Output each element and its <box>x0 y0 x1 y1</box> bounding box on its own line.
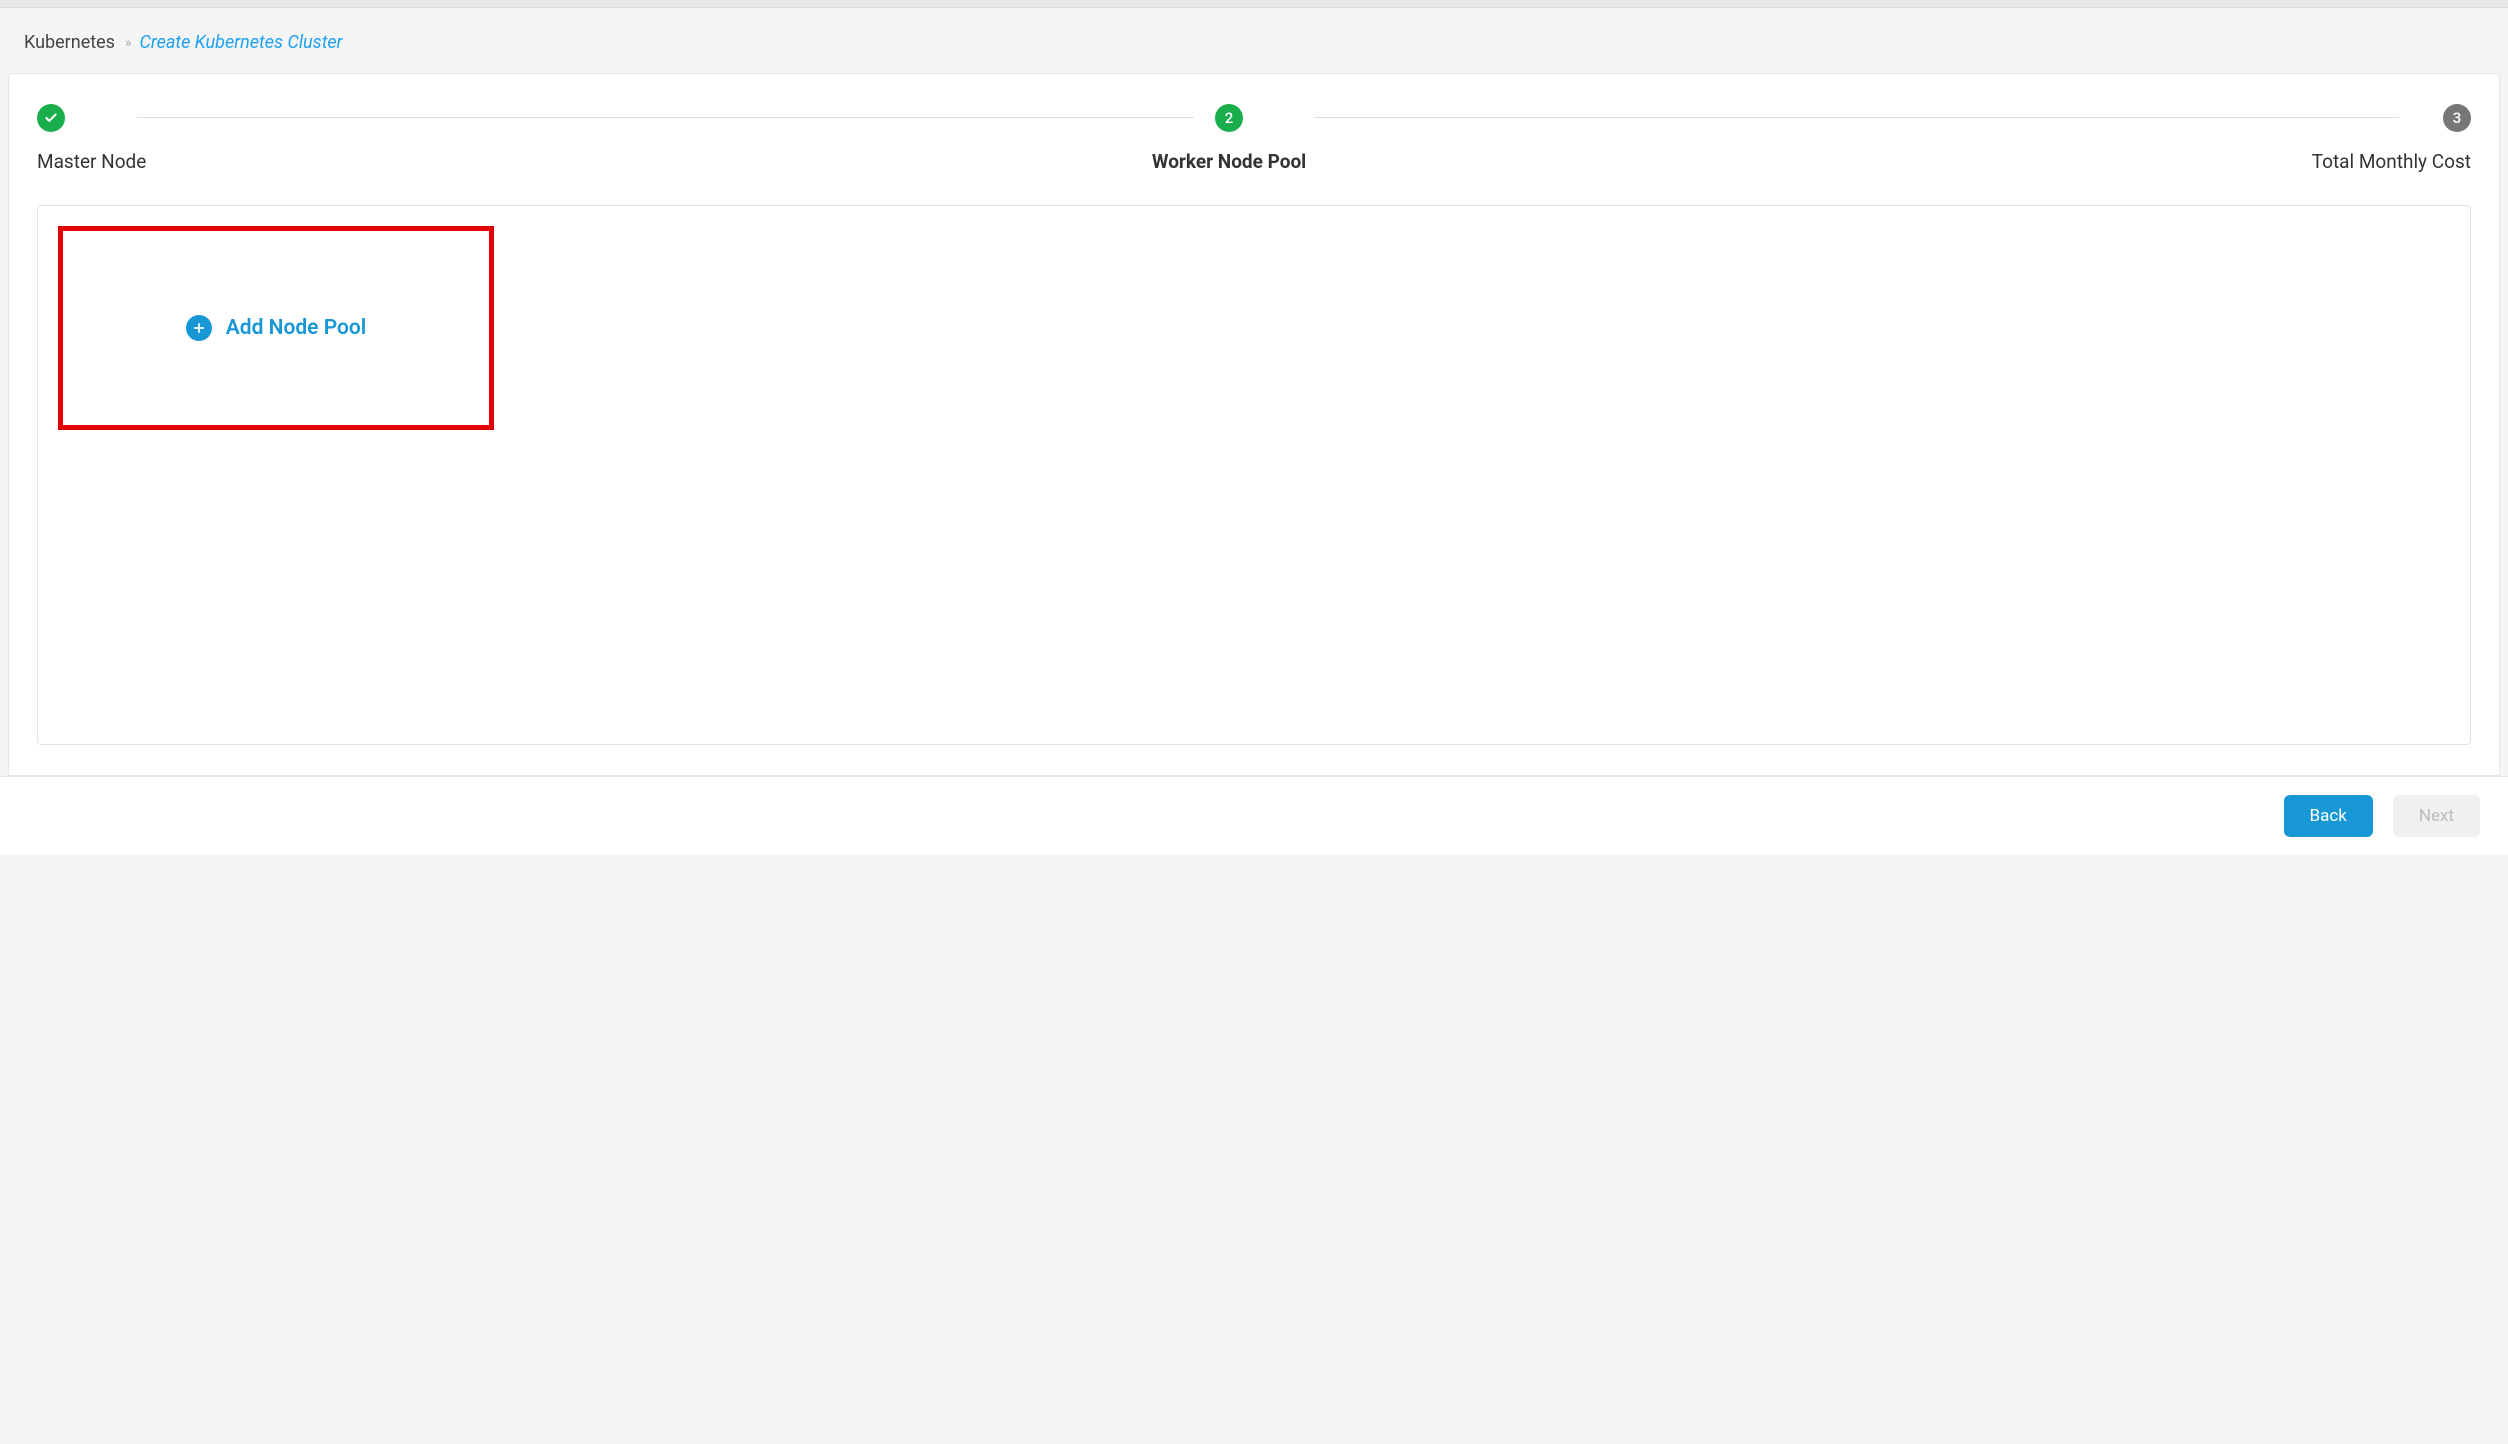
stepper-line <box>137 117 1194 118</box>
footer-bar: Back Next <box>0 776 2508 855</box>
main-card: Master Node 2 Worker Node Pool 3 Total M… <box>8 73 2500 776</box>
step-label: Master Node <box>37 150 146 173</box>
step-label: Total Monthly Cost <box>2312 150 2471 173</box>
stepper: Master Node 2 Worker Node Pool 3 Total M… <box>37 104 2471 173</box>
step-master-node[interactable]: Master Node <box>37 104 146 173</box>
breadcrumb-current[interactable]: Create Kubernetes Cluster <box>140 32 343 53</box>
stepper-line <box>1314 117 2399 118</box>
step-label: Worker Node Pool <box>1152 150 1306 173</box>
step-total-monthly-cost[interactable]: 3 Total Monthly Cost <box>2312 104 2471 173</box>
next-button: Next <box>2393 795 2480 837</box>
breadcrumb-area: Kubernetes » Create Kubernetes Cluster <box>0 8 2508 73</box>
breadcrumb: Kubernetes » Create Kubernetes Cluster <box>24 32 2484 53</box>
add-node-pool-inner: Add Node Pool <box>186 315 367 341</box>
check-icon <box>44 111 58 125</box>
add-node-pool-button[interactable]: Add Node Pool <box>58 226 494 430</box>
plus-circle-icon <box>186 315 212 341</box>
breadcrumb-separator: » <box>125 35 130 51</box>
breadcrumb-root[interactable]: Kubernetes <box>24 32 115 53</box>
step-circle-active: 2 <box>1215 104 1243 132</box>
content-box: Add Node Pool <box>37 205 2471 745</box>
add-node-pool-label: Add Node Pool <box>226 316 367 340</box>
step-circle-done <box>37 104 65 132</box>
top-border <box>0 0 2508 8</box>
back-button[interactable]: Back <box>2284 795 2373 837</box>
step-worker-node-pool[interactable]: 2 Worker Node Pool <box>1152 104 1306 173</box>
step-circle-pending: 3 <box>2443 104 2471 132</box>
